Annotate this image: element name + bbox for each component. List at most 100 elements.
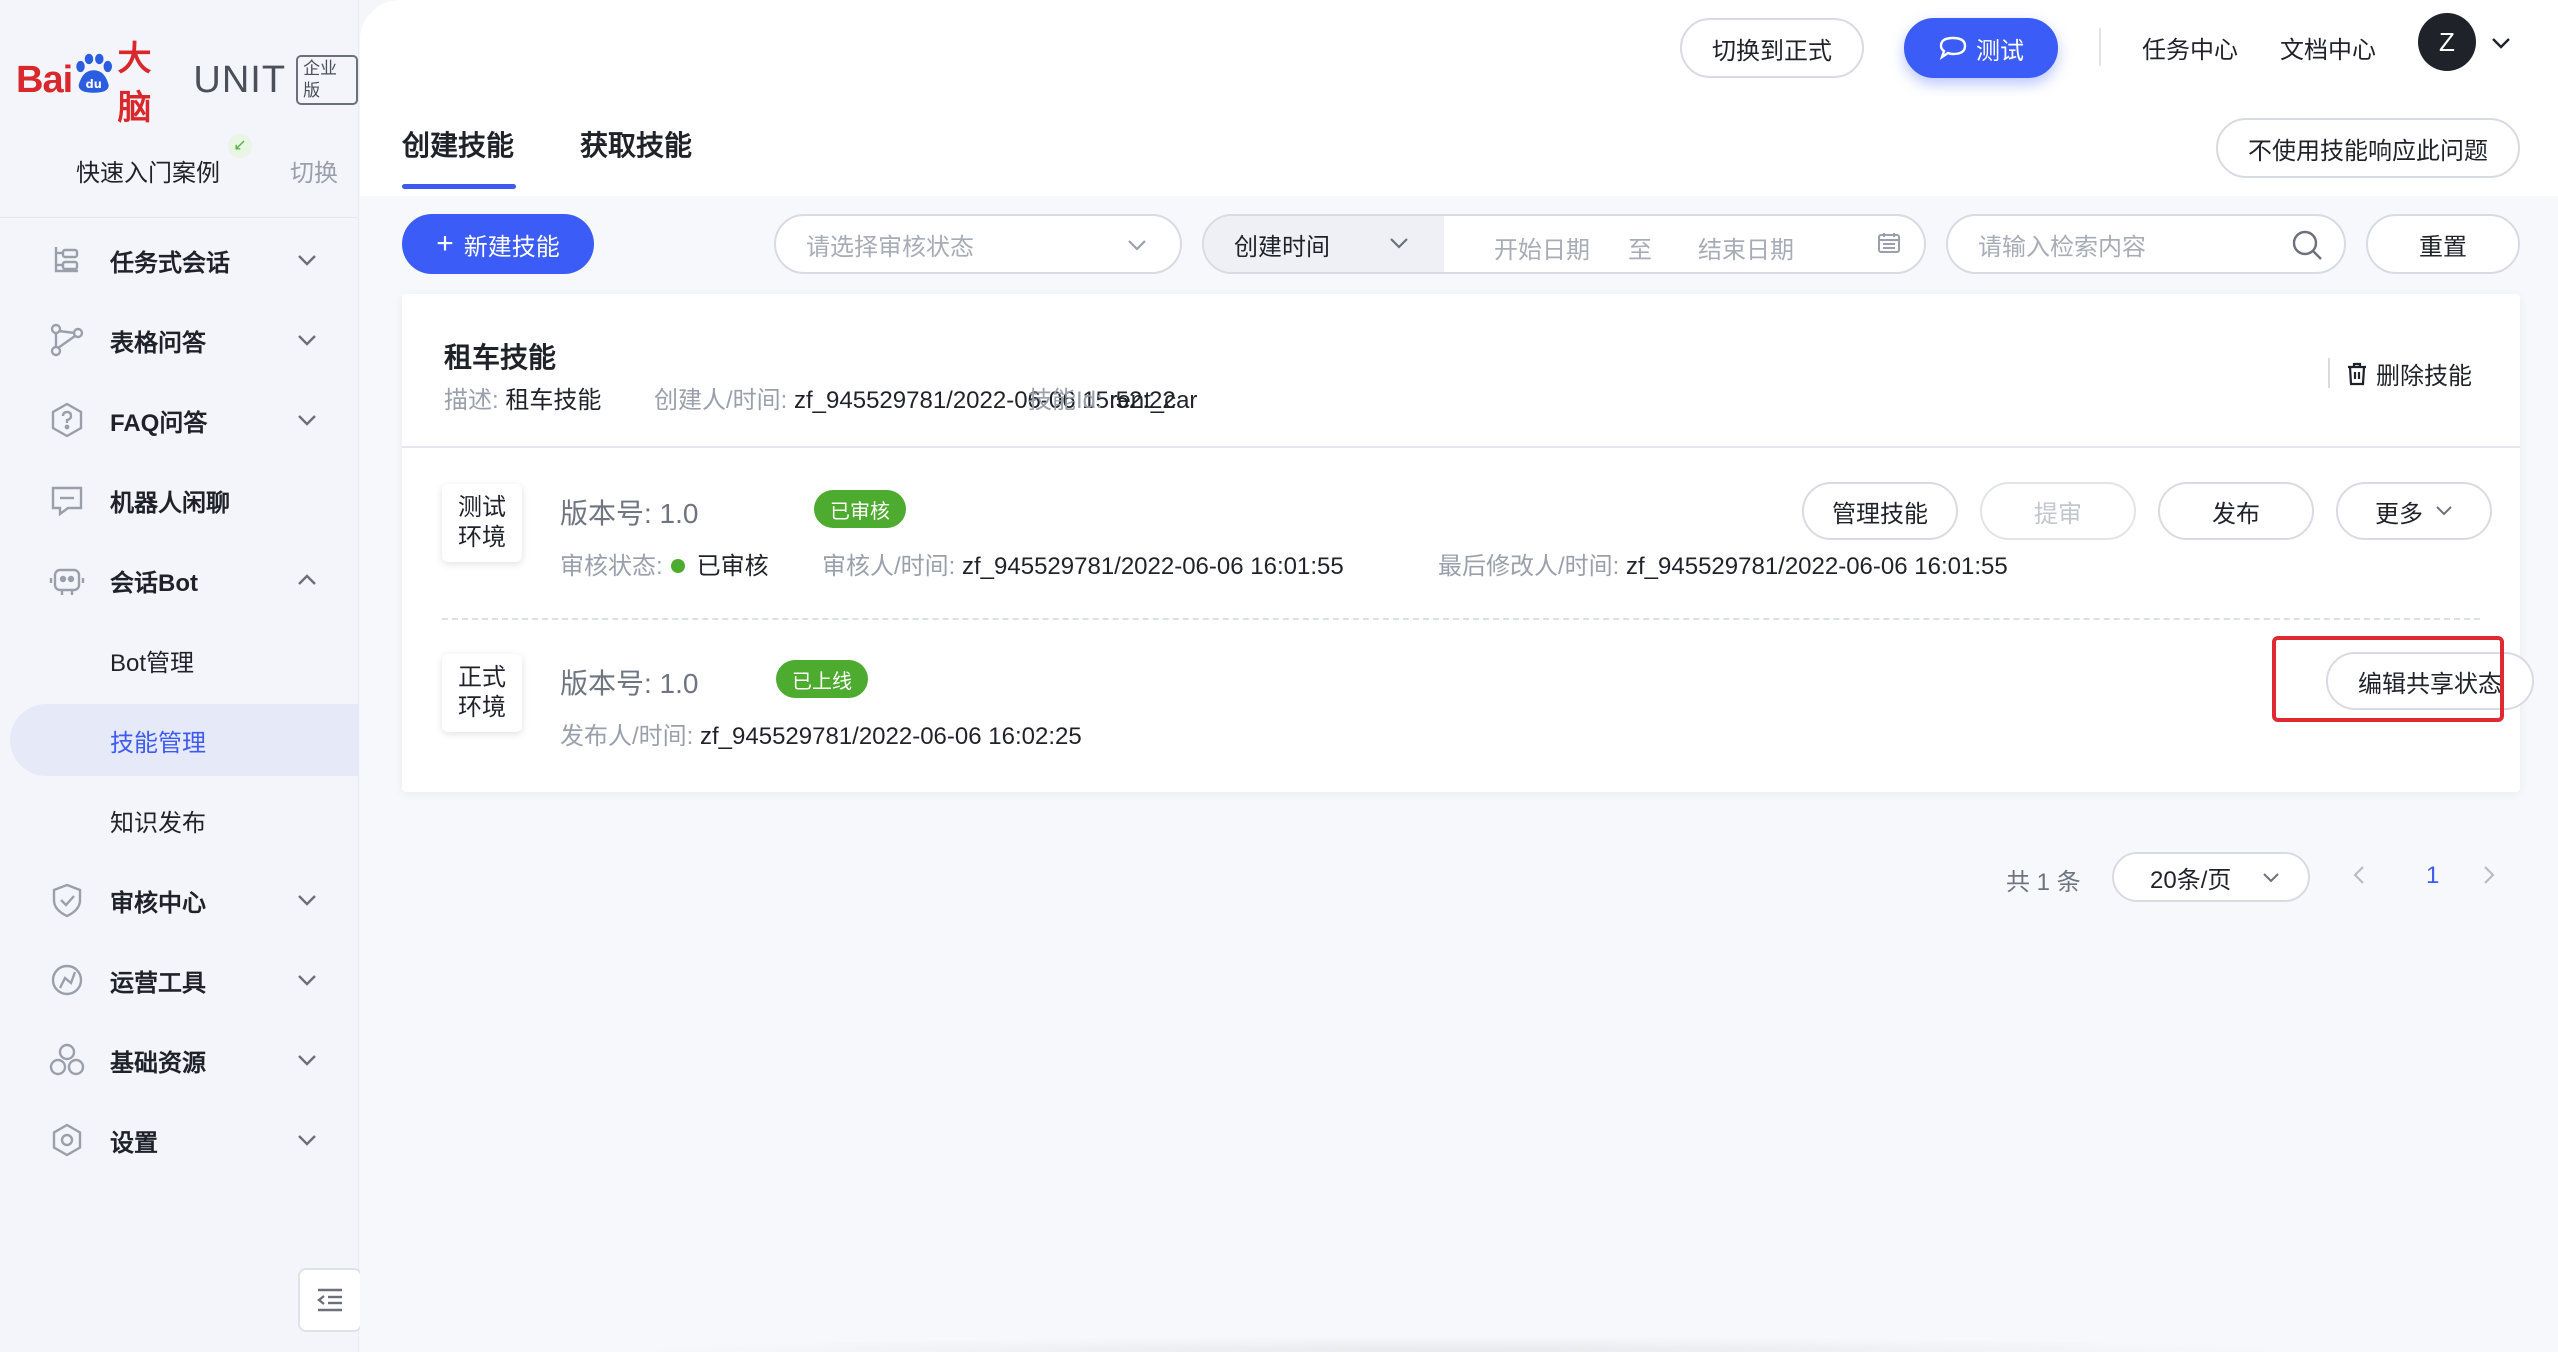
baidu-paw-icon: du <box>76 53 113 93</box>
page-size-select[interactable]: 20条/页 <box>2112 852 2310 902</box>
highlight-box <box>2272 636 2504 722</box>
test-button[interactable]: 测试 <box>1904 18 2058 78</box>
topbar-divider <box>2099 28 2101 66</box>
chevron-left-icon[interactable] <box>2352 864 2366 886</box>
chevron-down-icon <box>2263 873 2279 883</box>
delete-skill-label: 删除技能 <box>2376 363 2472 390</box>
chat-bubble-icon <box>1939 36 1967 60</box>
tab-create-skill[interactable]: 创建技能 <box>402 124 514 164</box>
submit-audit-button[interactable]: 提审 <box>1980 482 2136 540</box>
filter-row: + 新建技能 请选择审核状态 创建时间 开始日期 至 结束日期 请输入检索内容 <box>360 196 2558 292</box>
tab-get-skill[interactable]: 获取技能 <box>580 124 692 164</box>
manage-skill-button[interactable]: 管理技能 <box>1802 482 1958 540</box>
start-date-input[interactable]: 开始日期 <box>1494 230 1590 265</box>
quick-case-link[interactable]: 快速入门案例 <box>76 153 220 188</box>
logo-danao-text: 大脑 <box>117 40 152 127</box>
chevron-down-icon <box>2436 506 2452 516</box>
pagination-total: 共 1 条 <box>2006 869 2081 896</box>
new-skill-label: 新建技能 <box>463 233 560 261</box>
task-center-link[interactable]: 任务中心 <box>2142 30 2238 65</box>
nav-label: 运营工具 <box>110 969 206 997</box>
collapse-menu-icon <box>317 1288 342 1312</box>
sub-item-label: Bot管理 <box>110 649 195 677</box>
modifier-info: 最后修改人/时间: zf_945529781/2022-06-06 16:01:… <box>1438 546 2008 581</box>
collapse-sidebar-button[interactable] <box>298 1268 362 1332</box>
chevron-down-icon <box>298 415 316 426</box>
publisher-info: 发布人/时间: zf_945529781/2022-06-06 16:02:25 <box>560 716 1082 751</box>
task-dialog-icon <box>54 247 79 273</box>
nav-item-settings[interactable]: 设置 <box>0 1104 359 1176</box>
bottom-shadow <box>610 1336 2310 1352</box>
env-tag-line: 正式 <box>458 664 506 691</box>
search-placeholder: 请输入检索内容 <box>1978 233 2146 261</box>
no-skill-response-button[interactable]: 不使用技能响应此问题 <box>2216 118 2520 178</box>
active-tab-indicator <box>402 184 516 189</box>
audit-status-select[interactable]: 请选择审核状态 <box>774 214 1182 274</box>
nav-label: 设置 <box>110 1129 158 1157</box>
page-number[interactable]: 1 <box>2426 862 2439 890</box>
chevron-down-icon <box>298 975 316 986</box>
chevron-down-icon <box>1390 238 1408 249</box>
shield-check-icon <box>52 883 82 918</box>
chevron-down-icon[interactable] <box>2490 36 2512 50</box>
chevron-down-icon <box>298 1135 316 1146</box>
sub-item-bot-manage[interactable]: Bot管理 <box>0 624 359 696</box>
avatar[interactable]: Z <box>2418 13 2476 71</box>
new-skill-button[interactable]: + 新建技能 <box>402 214 594 274</box>
switch-to-formal-button[interactable]: 切换到正式 <box>1680 18 1864 78</box>
card-divider <box>402 446 2520 448</box>
doc-center-link[interactable]: 文档中心 <box>2280 30 2376 65</box>
meta-label: 最后修改人/时间: <box>1438 553 1620 580</box>
meta-label: 创建人/时间: <box>654 387 788 414</box>
nav-item-operation-tools[interactable]: 运营工具 <box>0 944 359 1016</box>
meta-value: zf_945529781/2022-06-06 16:01:55 <box>1626 553 2008 580</box>
date-type-select[interactable]: 创建时间 <box>1204 216 1444 272</box>
sub-item-knowledge-publish[interactable]: 知识发布 <box>0 784 359 856</box>
more-button[interactable]: 更多 <box>2336 482 2492 540</box>
audit-status: 审核状态: 已审核 <box>560 546 769 581</box>
meta-value: zf_945529781/2022-06-06 16:01:55 <box>962 553 1344 580</box>
chevron-up-icon <box>298 574 316 585</box>
chevron-down-icon <box>298 895 316 906</box>
sub-item-label: 技能管理 <box>110 729 206 757</box>
main-content: 切换到正式 测试 任务中心 文档中心 Z 创建技能 获取技能 不使用技能响应此问… <box>360 0 2558 1352</box>
search-icon[interactable] <box>2290 228 2324 262</box>
publish-button[interactable]: 发布 <box>2158 482 2314 540</box>
nav-item-bot[interactable]: 会话Bot <box>0 544 359 616</box>
calendar-icon[interactable] <box>1876 230 1902 256</box>
status-dot <box>670 559 685 573</box>
auditor-info: 审核人/时间: zf_945529781/2022-06-06 16:01:55 <box>822 546 1344 581</box>
nav-label: FAQ问答 <box>110 409 208 437</box>
nav-item-chitchat[interactable]: 机器人闲聊 <box>0 464 359 536</box>
baidu-unit-logo[interactable]: Bai du 大脑 UNIT 企业版 <box>16 40 358 127</box>
env-tag-line: 环境 <box>458 694 506 721</box>
logo-unit-text: UNIT <box>193 58 287 101</box>
search-input[interactable]: 请输入检索内容 <box>1946 214 2346 274</box>
edition-badge: 企业版 <box>296 55 358 105</box>
nav-item-audit-center[interactable]: 审核中心 <box>0 864 359 936</box>
date-range-filter: 创建时间 开始日期 至 结束日期 <box>1202 214 1926 274</box>
end-date-input[interactable]: 结束日期 <box>1698 230 1794 265</box>
date-type-label: 创建时间 <box>1234 233 1330 261</box>
nav-item-table-qa[interactable]: 表格问答 <box>0 304 359 376</box>
nav-item-faq[interactable]: FAQ问答 <box>0 384 359 456</box>
delete-divider <box>2328 358 2330 388</box>
meta-value: zf_945529781/2022-06-06 16:02:25 <box>700 723 1082 750</box>
faq-icon <box>51 402 83 438</box>
sub-item-skill-manage[interactable]: 技能管理 <box>10 704 359 776</box>
sub-item-label: 知识发布 <box>110 809 206 837</box>
meta-value: rent_car <box>1109 387 1198 414</box>
table-qa-icon <box>50 323 84 357</box>
bot-icon <box>49 568 85 595</box>
nav-item-base-resources[interactable]: 基础资源 <box>0 1024 359 1096</box>
delete-skill-button[interactable]: 删除技能 <box>2346 356 2472 391</box>
skill-name: 租车技能 <box>444 342 557 373</box>
meta-label: 审核人/时间: <box>822 553 956 580</box>
reset-button[interactable]: 重置 <box>2366 214 2520 274</box>
switch-link[interactable]: 切换 <box>290 153 338 188</box>
chevron-right-icon[interactable] <box>2482 864 2496 886</box>
operation-tool-icon <box>51 964 83 996</box>
logo-bai-text: Bai <box>16 58 73 101</box>
test-version: 版本号: 1.0 <box>560 498 699 529</box>
nav-item-task-dialog[interactable]: 任务式会话 <box>0 224 359 296</box>
